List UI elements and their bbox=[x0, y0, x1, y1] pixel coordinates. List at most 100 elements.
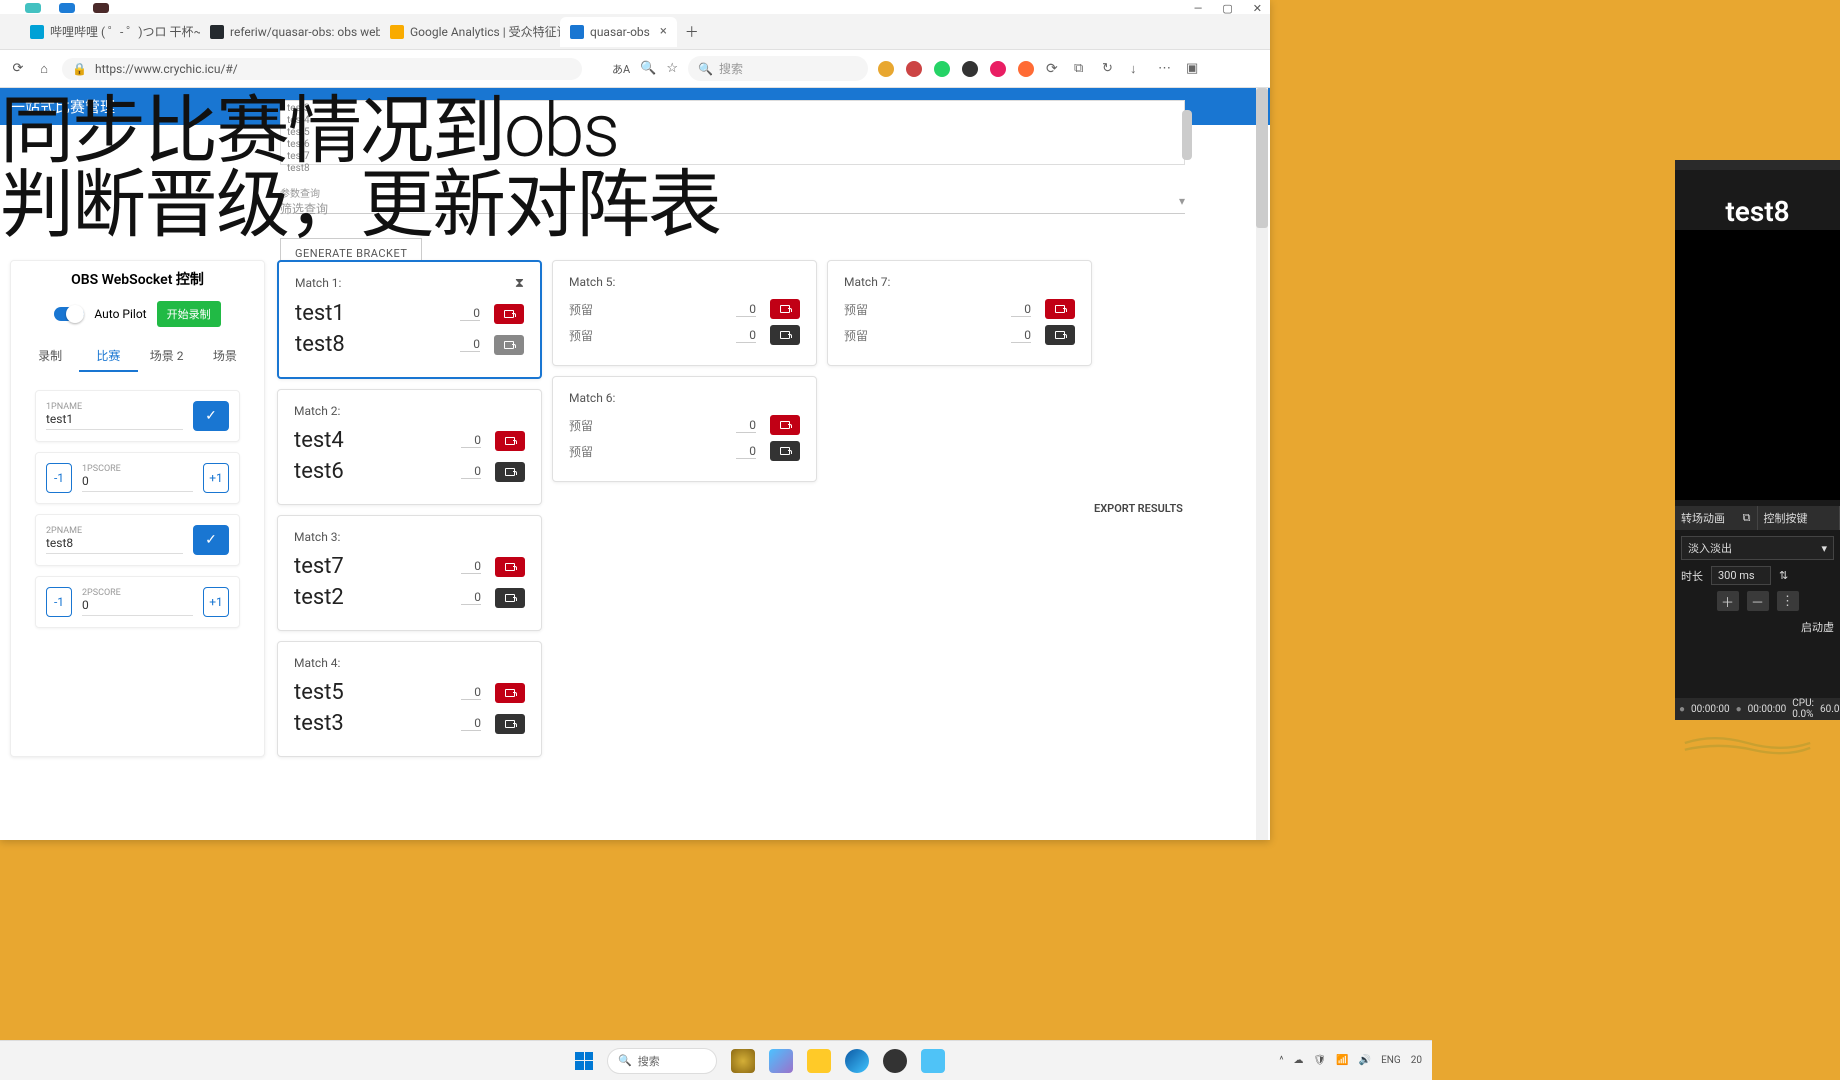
cast-button[interactable] bbox=[495, 557, 525, 577]
obs-duration-input[interactable]: 300 ms bbox=[1711, 566, 1771, 585]
p1-minus-button[interactable]: -1 bbox=[46, 463, 72, 493]
player-score[interactable]: 0 bbox=[1011, 328, 1031, 343]
browser-tab-0[interactable]: 哔哩哔哩 ( ゜- ゜)つロ 干杯~-bilib bbox=[20, 17, 200, 47]
new-tab-button[interactable]: ＋ bbox=[685, 22, 699, 42]
taskbar-app-copilot[interactable] bbox=[769, 1049, 793, 1073]
player-score[interactable]: 0 bbox=[736, 302, 756, 317]
match-card[interactable]: Match 5:预留0预留0 bbox=[552, 260, 817, 366]
player-score[interactable]: 0 bbox=[460, 306, 480, 321]
collections-icon[interactable]: ⧉ bbox=[1074, 61, 1090, 77]
menu-icon[interactable]: ⋯ bbox=[1158, 61, 1174, 77]
cast-button[interactable] bbox=[494, 304, 524, 324]
window-minimize[interactable]: — bbox=[1194, 2, 1203, 15]
url-input[interactable]: 🔒 https://www.crychic.icu/#/ bbox=[62, 58, 582, 80]
favorite-icon[interactable]: ☆ bbox=[666, 61, 678, 76]
player-score[interactable]: 0 bbox=[461, 433, 481, 448]
browser-search-input[interactable]: 🔍 搜索 bbox=[688, 56, 868, 81]
p1-score-input[interactable]: 0 bbox=[82, 474, 193, 492]
taskbar-app-5[interactable] bbox=[921, 1049, 945, 1073]
p2-plus-button[interactable]: +1 bbox=[203, 587, 229, 617]
p1-plus-button[interactable]: +1 bbox=[203, 463, 229, 493]
browser-tab-3[interactable]: quasar-obs × bbox=[560, 17, 677, 47]
obs-add-button[interactable]: ＋ bbox=[1717, 591, 1739, 611]
tray-time[interactable]: 20 bbox=[1411, 1055, 1422, 1066]
p1-confirm-button[interactable]: ✓ bbox=[193, 401, 229, 431]
browser-tab-2[interactable]: Google Analytics | 受众特征详情 bbox=[380, 17, 560, 47]
export-results-button[interactable]: EXPORT RESULTS bbox=[1094, 502, 1183, 515]
player-score[interactable]: 0 bbox=[736, 444, 756, 459]
sidebar-toggle-icon[interactable]: ▣ bbox=[1186, 61, 1202, 77]
obs-transition-select[interactable]: 淡入淡出▾ bbox=[1681, 536, 1834, 560]
player-score[interactable]: 0 bbox=[461, 559, 481, 574]
ext-icon-1[interactable] bbox=[878, 61, 894, 77]
p2-confirm-button[interactable]: ✓ bbox=[193, 525, 229, 555]
ext-icon-2[interactable] bbox=[906, 61, 922, 77]
taskbar-search[interactable]: 🔍 搜索 bbox=[607, 1048, 717, 1074]
ext-icon-6[interactable] bbox=[1018, 61, 1034, 77]
start-record-button[interactable]: 开始录制 bbox=[157, 301, 221, 327]
match-card[interactable]: Match 2:test40test60 bbox=[277, 389, 542, 505]
p2-score-input[interactable]: 0 bbox=[82, 598, 193, 616]
cast-button[interactable] bbox=[770, 441, 800, 461]
zoom-icon[interactable]: 🔍 bbox=[640, 61, 656, 76]
taskbar-app-edge[interactable] bbox=[845, 1049, 869, 1073]
player-score[interactable]: 0 bbox=[736, 418, 756, 433]
system-tray[interactable]: ^ ☁ 🛡 📶 🔊 ENG 20 bbox=[1279, 1055, 1422, 1066]
obs-remove-button[interactable]: － bbox=[1747, 591, 1769, 611]
translate-icon[interactable]: あA bbox=[612, 61, 630, 77]
p2-minus-button[interactable]: -1 bbox=[46, 587, 72, 617]
ext-icon-5[interactable] bbox=[990, 61, 1006, 77]
reload-ext-icon[interactable]: ⟳ bbox=[1046, 61, 1062, 77]
tray-chevron-icon[interactable]: ^ bbox=[1279, 1055, 1283, 1066]
match-card[interactable]: Match 4:test50test30 bbox=[277, 641, 542, 757]
cast-button[interactable] bbox=[495, 714, 525, 734]
start-button[interactable] bbox=[575, 1052, 593, 1070]
obs-tab-controls[interactable]: 控制按键 bbox=[1758, 506, 1840, 530]
textarea-scrollbar[interactable] bbox=[1182, 110, 1192, 160]
home-icon[interactable]: ⌂ bbox=[36, 61, 52, 77]
side-tab-match[interactable]: 比赛 bbox=[79, 341, 137, 372]
query-dropdown[interactable]: 参数查询 筛选查询 ▾ bbox=[280, 188, 1185, 214]
p2-name-input[interactable]: test8 bbox=[46, 536, 183, 554]
taskbar-app-obs[interactable] bbox=[883, 1049, 907, 1073]
cast-button[interactable] bbox=[770, 325, 800, 345]
history-icon[interactable]: ↻ bbox=[1102, 61, 1118, 77]
player-score[interactable]: 0 bbox=[460, 337, 480, 352]
player-score[interactable]: 0 bbox=[1011, 302, 1031, 317]
window-close[interactable]: ✕ bbox=[1253, 2, 1262, 15]
match-card[interactable]: Match 1:⧗test10test80 bbox=[277, 260, 542, 379]
taskbar-app-1[interactable] bbox=[731, 1049, 755, 1073]
match-card[interactable]: Match 6:预留0预留0 bbox=[552, 376, 817, 482]
obs-titlebar[interactable] bbox=[1675, 160, 1840, 170]
obs-tab-transition[interactable]: 转场动画⧉ bbox=[1675, 506, 1758, 530]
side-tab-record[interactable]: 录制 bbox=[21, 341, 79, 372]
side-tab-scene[interactable]: 场景 bbox=[196, 341, 254, 372]
cast-button[interactable] bbox=[495, 431, 525, 451]
obs-preview[interactable] bbox=[1675, 230, 1840, 500]
window-maximize[interactable]: ▢ bbox=[1222, 2, 1232, 15]
tray-defender-icon[interactable]: 🛡 bbox=[1314, 1055, 1327, 1066]
autopilot-toggle[interactable] bbox=[54, 307, 84, 321]
close-tab-icon[interactable]: × bbox=[660, 24, 667, 39]
taskbar-app-explorer[interactable] bbox=[807, 1049, 831, 1073]
cast-button[interactable] bbox=[495, 462, 525, 482]
popout-icon[interactable]: ⧉ bbox=[1743, 511, 1751, 525]
match-card[interactable]: Match 7:预留0预留0 bbox=[827, 260, 1092, 366]
obs-launch-label[interactable]: 启动虚 bbox=[1681, 615, 1834, 635]
player-score[interactable]: 0 bbox=[461, 685, 481, 700]
ext-icon-3[interactable] bbox=[934, 61, 950, 77]
obs-more-button[interactable]: ⋮ bbox=[1777, 591, 1799, 611]
cast-button[interactable] bbox=[770, 415, 800, 435]
cast-button[interactable] bbox=[1045, 299, 1075, 319]
cast-button[interactable] bbox=[770, 299, 800, 319]
cast-button[interactable] bbox=[1045, 325, 1075, 345]
p1-name-input[interactable]: test1 bbox=[46, 412, 183, 430]
match-card[interactable]: Match 3:test70test20 bbox=[277, 515, 542, 631]
scrollbar-thumb[interactable] bbox=[1256, 88, 1268, 228]
participants-textarea[interactable]: test3 test4 test5 test6 test7 test8 bbox=[280, 100, 1185, 165]
downloads-icon[interactable]: ↓ bbox=[1130, 61, 1146, 77]
cast-button[interactable] bbox=[495, 683, 525, 703]
player-score[interactable]: 0 bbox=[461, 590, 481, 605]
browser-tab-1[interactable]: referiw/quasar-obs: obs web con × bbox=[200, 17, 380, 47]
cast-button[interactable] bbox=[495, 588, 525, 608]
